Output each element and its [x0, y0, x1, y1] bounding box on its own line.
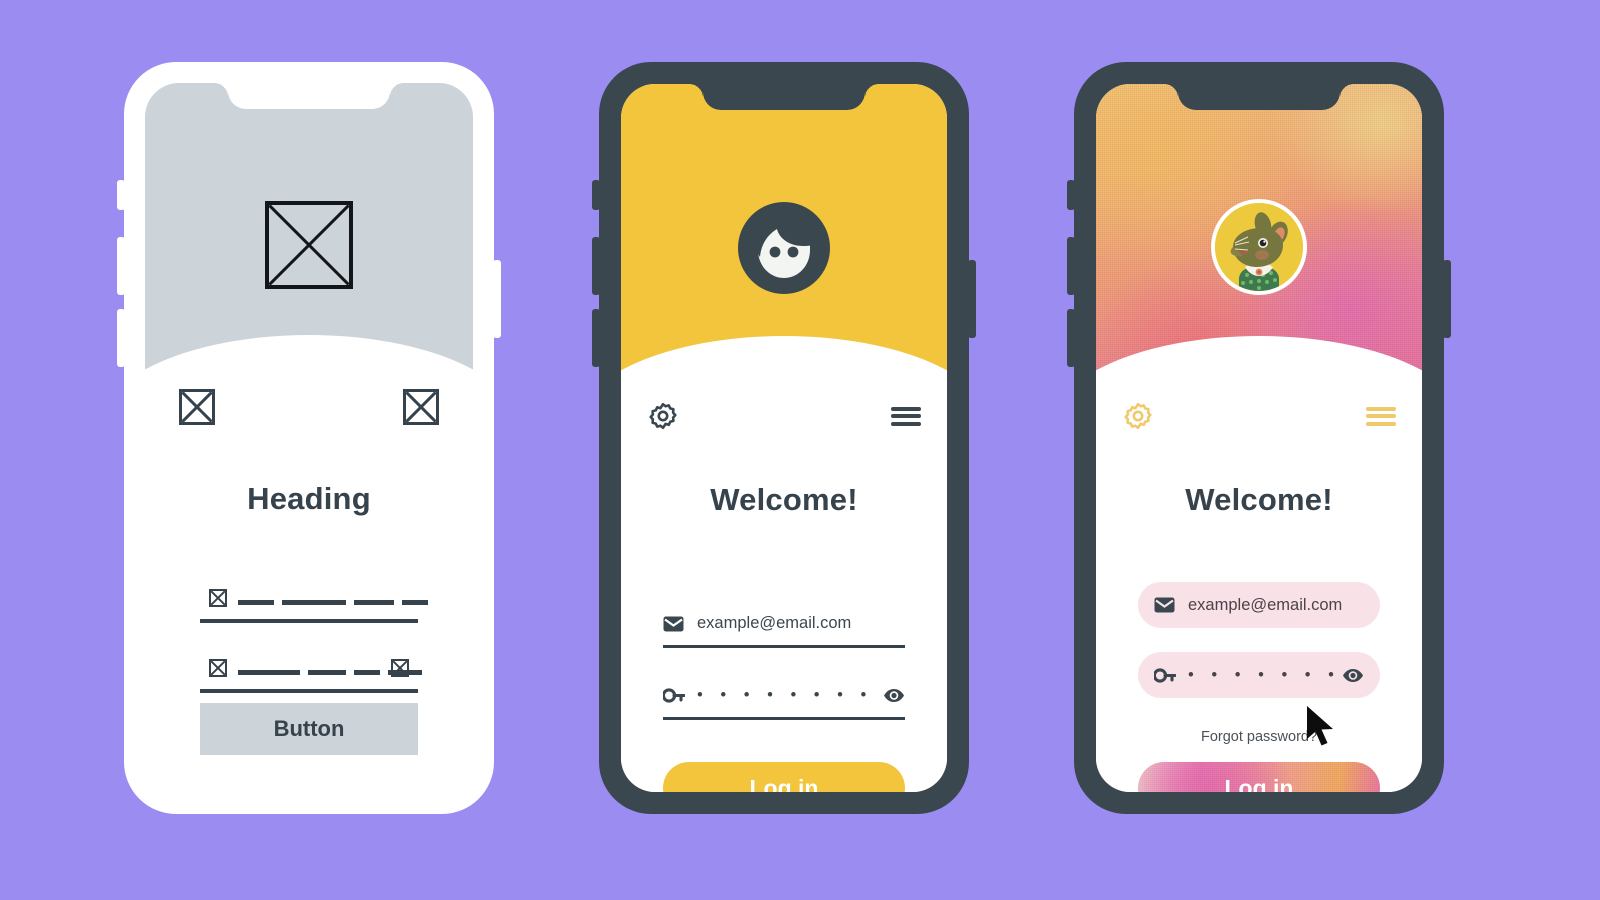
image-placeholder-icon[interactable]: [403, 389, 439, 425]
gear-icon[interactable]: [647, 400, 679, 432]
eye-icon[interactable]: [879, 688, 905, 703]
image-placeholder-icon: [265, 201, 353, 289]
volume-up-button[interactable]: [117, 237, 125, 295]
notch: [689, 84, 879, 110]
hamburger-menu-icon[interactable]: [1366, 406, 1396, 426]
topbar: [1096, 394, 1422, 438]
mute-switch-button[interactable]: [117, 180, 125, 210]
power-button[interactable]: [968, 260, 976, 338]
power-button[interactable]: [1443, 260, 1451, 338]
eye-icon[interactable]: [1338, 668, 1364, 683]
mouse-cursor: [1305, 705, 1339, 754]
screen-content: Welcome! example@email.com: [621, 84, 947, 792]
user-face-avatar-icon: [738, 202, 830, 299]
volume-down-button[interactable]: [1067, 309, 1075, 367]
notch: [214, 83, 404, 109]
login-button[interactable]: Log in: [1138, 762, 1380, 792]
phone-illustrated-gradient: Welcome! example@email.com • • • • • • F…: [1067, 62, 1451, 814]
password-field[interactable]: • • • • • • • • • • • • •: [663, 674, 905, 720]
page-title: Welcome!: [1185, 482, 1333, 517]
volume-down-button[interactable]: [117, 309, 125, 367]
submit-button[interactable]: Button: [200, 703, 418, 755]
key-icon: [1154, 667, 1188, 683]
phone-screen-wireframe: Heading Button: [145, 83, 473, 793]
mouse-character-avatar: [1211, 199, 1307, 295]
image-placeholder-icon[interactable]: [179, 389, 215, 425]
login-button-label: Log in: [1224, 774, 1294, 793]
topbar: [621, 394, 947, 438]
phone-wireframe: Heading Button: [117, 62, 501, 814]
email-value: example@email.com: [1188, 595, 1343, 614]
topbar: [145, 389, 473, 425]
login-button[interactable]: Log in: [663, 762, 905, 792]
login-button-label: Log in: [749, 774, 819, 793]
image-placeholder-icon: [209, 659, 227, 677]
password-field[interactable]: • • • • • • • • • • • • •: [1138, 652, 1380, 698]
field-underline: [200, 619, 418, 623]
volume-up-button[interactable]: [592, 237, 600, 295]
power-button[interactable]: [493, 260, 501, 338]
key-icon: [663, 688, 697, 703]
envelope-icon: [1154, 597, 1188, 613]
email-field[interactable]: example@email.com: [663, 602, 905, 648]
image-placeholder-icon: [209, 589, 227, 607]
field-underline: [200, 689, 418, 693]
password-value: • • • • • • • • • • • • •: [1188, 666, 1338, 684]
mute-switch-button[interactable]: [1067, 180, 1075, 210]
password-field[interactable]: [200, 651, 422, 693]
phone-screen-illustrated: Welcome! example@email.com • • • • • • F…: [1096, 84, 1422, 792]
volume-up-button[interactable]: [1067, 237, 1075, 295]
screen-content: Heading Button: [145, 83, 473, 793]
forgot-password-link[interactable]: Forgot password?: [1096, 729, 1422, 745]
phone-screen-flat: Welcome! example@email.com • • • • • • •…: [621, 84, 947, 792]
placeholder-dashes: [238, 600, 428, 605]
email-field[interactable]: example@email.com: [1138, 582, 1380, 628]
envelope-icon: [663, 616, 697, 632]
image-placeholder-icon[interactable]: [391, 659, 409, 677]
email-value: example@email.com: [697, 614, 852, 632]
volume-down-button[interactable]: [592, 309, 600, 367]
mute-switch-button[interactable]: [592, 180, 600, 210]
phone-flat-yellow: Welcome! example@email.com • • • • • • •…: [592, 62, 976, 814]
screen-content: Welcome! example@email.com: [1096, 84, 1422, 792]
page-title: Heading: [247, 481, 371, 516]
page-title: Welcome!: [710, 482, 858, 517]
canvas: Heading Button Welcome! example@email.co…: [0, 0, 1600, 900]
email-field[interactable]: [200, 581, 428, 623]
password-value: • • • • • • • • • • • • •: [697, 687, 879, 704]
gear-icon[interactable]: [1122, 400, 1154, 432]
hamburger-menu-icon[interactable]: [891, 406, 921, 426]
notch: [1164, 84, 1354, 110]
